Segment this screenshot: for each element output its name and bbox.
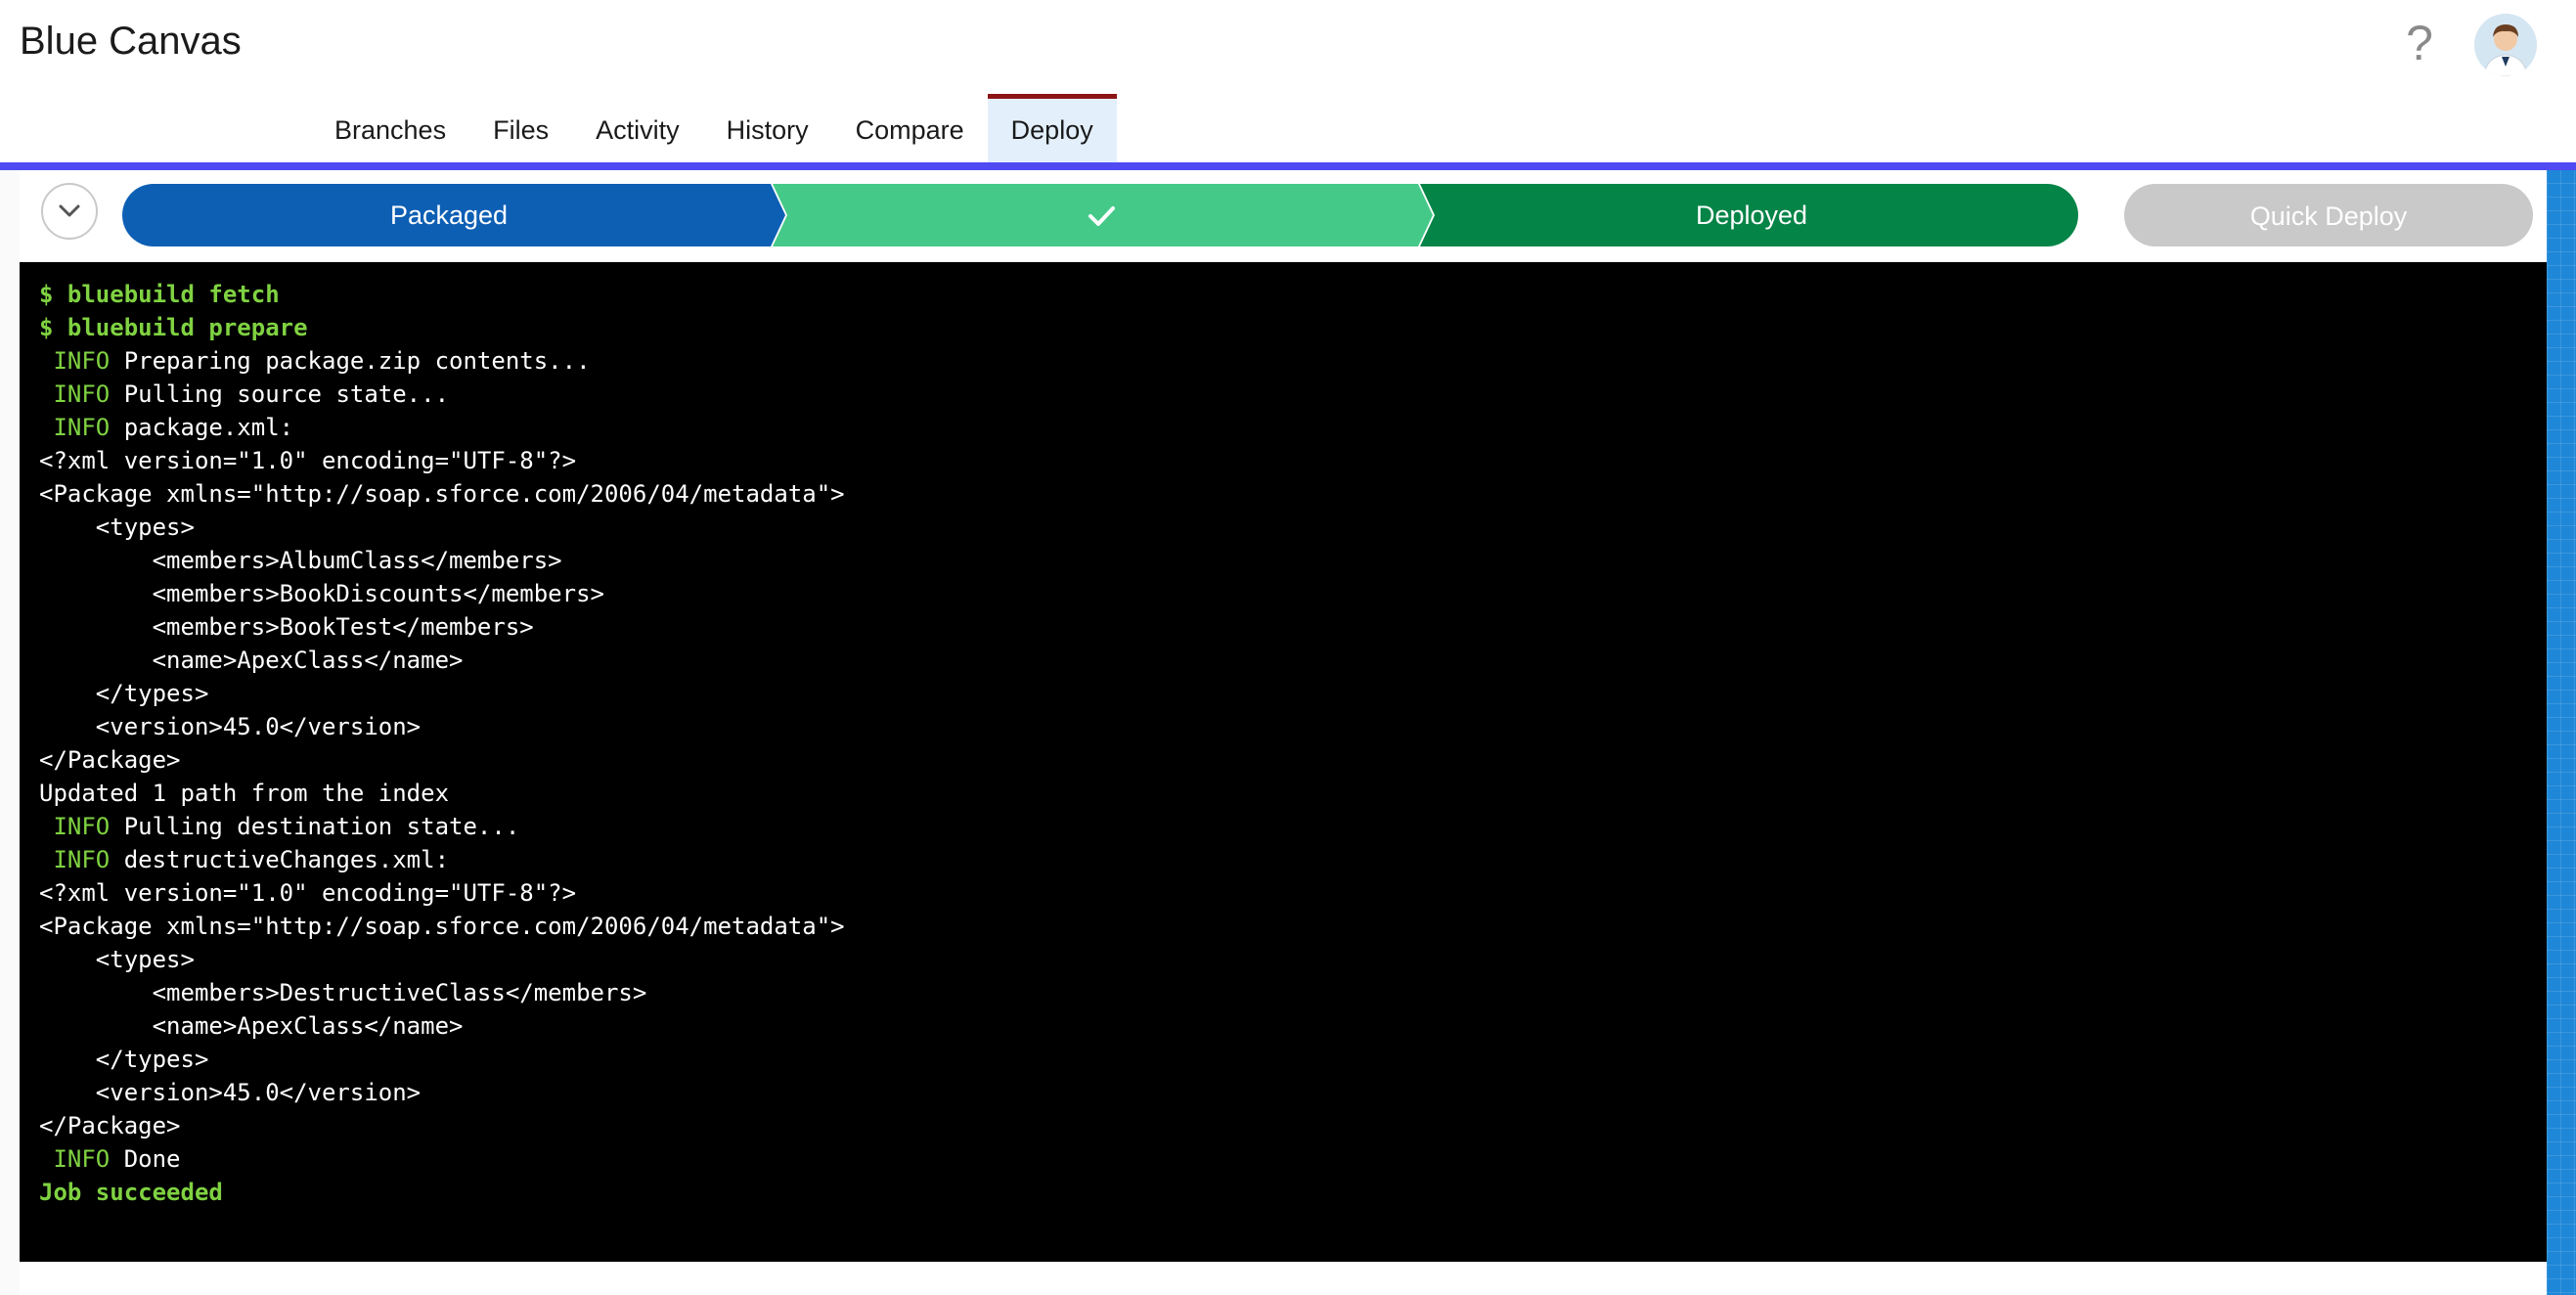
- terminal-line: $ bluebuild fetch: [39, 281, 280, 308]
- terminal-line: </Package>: [39, 1112, 181, 1139]
- terminal-line: <name>ApexClass</name>: [39, 1012, 464, 1040]
- app-header: Blue Canvas ? Branches Files Activity Hi…: [0, 0, 2576, 170]
- info-tag: INFO: [39, 380, 111, 408]
- user-avatar-icon[interactable]: [2474, 14, 2537, 76]
- log-text: Preparing package.zip contents...: [110, 347, 591, 375]
- tab-compare[interactable]: Compare: [832, 94, 988, 164]
- terminal-line: <types>: [39, 514, 195, 541]
- terminal-line: INFO Done: [39, 1142, 2527, 1176]
- info-tag: INFO: [39, 347, 111, 375]
- info-tag: INFO: [39, 414, 111, 441]
- terminal-line: $ bluebuild prepare: [39, 314, 308, 341]
- avatar-illustration: [2474, 14, 2537, 76]
- terminal-line: <members>AlbumClass</members>: [39, 547, 562, 574]
- log-text: Done: [110, 1145, 181, 1173]
- terminal-line: </types>: [39, 1046, 209, 1073]
- terminal-line: <members>BookTest</members>: [39, 613, 534, 641]
- step-deployed-label[interactable]: Deployed: [1425, 184, 2078, 246]
- terminal-output: $ bluebuild fetch $ bluebuild prepare IN…: [20, 262, 2547, 1262]
- terminal-line: INFO package.xml:: [39, 411, 2527, 444]
- terminal-line: <name>ApexClass</name>: [39, 647, 464, 674]
- tab-files[interactable]: Files: [469, 94, 572, 164]
- deploy-panel: Packaged Deployed Quick Deploy $ bluebui…: [20, 170, 2547, 1295]
- terminal-line: </Package>: [39, 746, 181, 774]
- terminal-line: Updated 1 path from the index: [39, 780, 450, 807]
- page-background-right: [2547, 170, 2576, 1295]
- terminal-line: <version>45.0</version>: [39, 1079, 422, 1106]
- terminal-line: <members>DestructiveClass</members>: [39, 979, 647, 1006]
- info-tag: INFO: [39, 1145, 111, 1173]
- tab-branches[interactable]: Branches: [311, 94, 469, 164]
- tab-activity[interactable]: Activity: [572, 94, 703, 164]
- step-packaged-label[interactable]: Packaged: [122, 184, 776, 246]
- terminal-line: INFO Pulling destination state...: [39, 810, 2527, 843]
- log-text: destructiveChanges.xml:: [110, 846, 450, 873]
- step-check: [773, 184, 1433, 246]
- terminal-line: </types>: [39, 680, 209, 707]
- question-mark-icon[interactable]: ?: [2400, 14, 2439, 72]
- log-text: Pulling source state...: [110, 380, 450, 408]
- app-title: Blue Canvas: [20, 20, 242, 63]
- terminal-line: <?xml version="1.0" encoding="UTF-8"?>: [39, 879, 577, 907]
- terminal-line: <types>: [39, 946, 195, 973]
- log-text: Pulling destination state...: [110, 813, 520, 840]
- terminal-line: <?xml version="1.0" encoding="UTF-8"?>: [39, 447, 577, 474]
- header-divider: [0, 162, 2576, 170]
- collapse-button[interactable]: [41, 183, 98, 240]
- info-tag: INFO: [39, 813, 111, 840]
- quick-deploy-button[interactable]: Quick Deploy: [2124, 184, 2533, 246]
- terminal-line: INFO Pulling source state...: [39, 378, 2527, 411]
- deploy-progress-path: Packaged Deployed: [122, 184, 2078, 246]
- tab-deploy[interactable]: Deploy: [987, 94, 1117, 164]
- terminal-line: <members>BookDiscounts</members>: [39, 580, 604, 607]
- terminal-line: <version>45.0</version>: [39, 713, 422, 740]
- info-tag: INFO: [39, 846, 111, 873]
- terminal-line: INFO destructiveChanges.xml:: [39, 843, 2527, 876]
- page-background-left: [0, 170, 20, 1295]
- chevron-down-icon: [59, 204, 80, 217]
- log-text: package.xml:: [110, 414, 294, 441]
- terminal-line: INFO Preparing package.zip contents...: [39, 344, 2527, 378]
- tab-history[interactable]: History: [703, 94, 832, 164]
- terminal-line: <Package xmlns="http://soap.sforce.com/2…: [39, 480, 845, 508]
- terminal-line: <Package xmlns="http://soap.sforce.com/2…: [39, 913, 845, 940]
- tab-bar: Branches Files Activity History Compare …: [311, 94, 1117, 164]
- terminal-line-success: Job succeeded: [39, 1179, 223, 1206]
